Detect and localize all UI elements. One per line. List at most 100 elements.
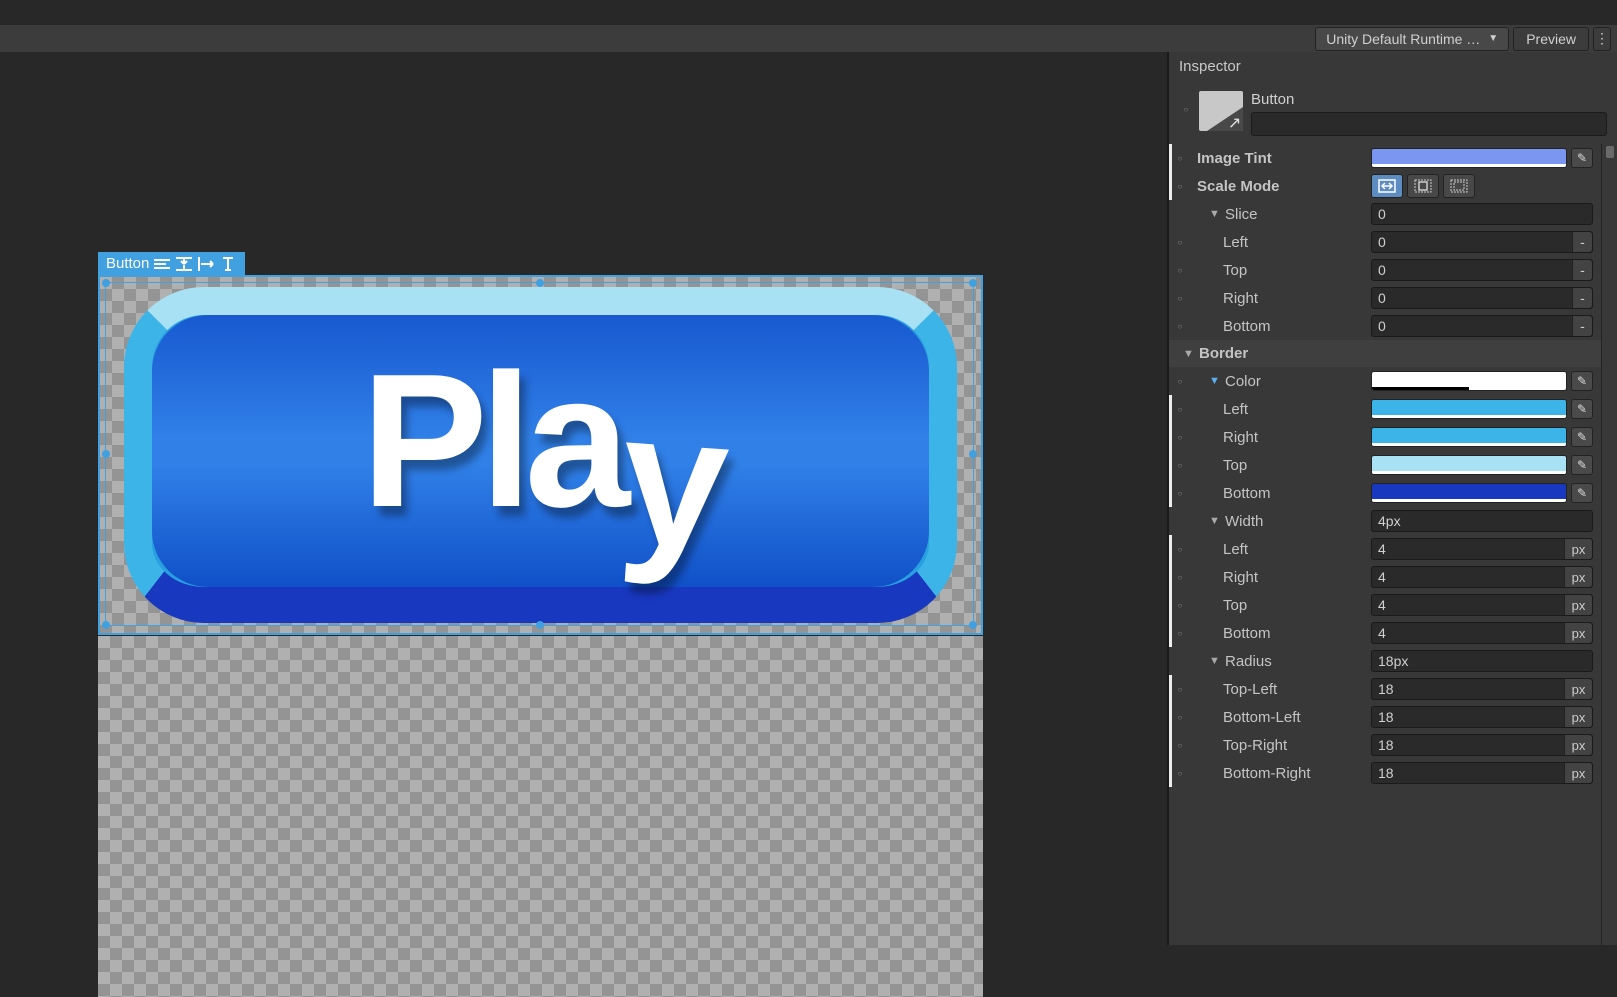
width-top-input[interactable]: 4px xyxy=(1371,594,1593,616)
prop-border-header: ▼Border xyxy=(1169,340,1601,367)
prop-label-radius-br: Bottom-Right xyxy=(1191,765,1371,782)
header-bullet[interactable]: ○ xyxy=(1181,91,1191,114)
prop-label-radius-tl: Top-Left xyxy=(1191,681,1371,698)
border-bottom-color-swatch[interactable] xyxy=(1371,483,1567,503)
prop-border-radius: ▼Radius 18px xyxy=(1169,647,1601,675)
align-left-icon[interactable] xyxy=(153,257,171,271)
width-bottom-input[interactable]: 4px xyxy=(1371,622,1593,644)
top-bar xyxy=(0,0,1617,25)
prop-slice: ▼Slice 0 xyxy=(1169,200,1601,228)
prop-label-width: Width xyxy=(1225,513,1263,530)
prop-border-width: ▼Width 4px xyxy=(1169,507,1601,535)
selection-outline[interactable]: Play xyxy=(98,275,983,635)
canvas-checker-background xyxy=(98,636,983,997)
foldout-radius[interactable]: ▼ xyxy=(1209,655,1223,667)
eyedropper-icon[interactable]: ✎ xyxy=(1571,148,1593,168)
prop-label-radius-tr: Top-Right xyxy=(1191,737,1371,754)
inspector-scrollbar[interactable] xyxy=(1601,144,1617,945)
image-tint-color-swatch[interactable] xyxy=(1371,148,1567,168)
eyedropper-icon[interactable]: ✎ xyxy=(1571,483,1593,503)
runtime-dropdown-label: Unity Default Runtime … xyxy=(1326,31,1480,47)
prop-border-color-right: ○ Right ✎ xyxy=(1169,423,1601,451)
prop-label-border-color: Color xyxy=(1225,373,1261,390)
eyedropper-icon[interactable]: ✎ xyxy=(1571,371,1593,391)
foldout-color[interactable]: ▼ xyxy=(1209,375,1223,387)
prop-label-border-top: Top xyxy=(1191,457,1371,474)
align-horizontal-icon[interactable] xyxy=(197,257,215,271)
slice-bottom-input[interactable]: 0- xyxy=(1371,315,1593,337)
element-type-icon[interactable] xyxy=(1199,91,1243,131)
foldout-border[interactable]: ▼ xyxy=(1183,348,1197,360)
more-icon: ⋮ xyxy=(1595,30,1609,47)
eyedropper-icon[interactable]: ✎ xyxy=(1571,399,1593,419)
text-cursor-icon[interactable] xyxy=(219,257,237,271)
scale-mode-crop[interactable] xyxy=(1443,174,1475,198)
prop-border-color: ○ ▼Color ✎ xyxy=(1169,367,1601,395)
element-tag[interactable]: Button xyxy=(98,252,245,275)
preview-button[interactable]: Preview xyxy=(1513,27,1589,51)
chevron-down-icon: ▼ xyxy=(1488,33,1498,44)
align-vertical-icon[interactable] xyxy=(175,257,193,271)
prop-label-scale-mode: Scale Mode xyxy=(1191,178,1371,195)
width-left-input[interactable]: 4px xyxy=(1371,538,1593,560)
prop-label-slice-top: Top xyxy=(1191,262,1371,279)
inspector-header: ○ Button xyxy=(1169,81,1617,144)
prop-bullet[interactable]: ○ xyxy=(1169,154,1191,163)
eyedropper-icon[interactable]: ✎ xyxy=(1571,455,1593,475)
radius-input[interactable]: 18px xyxy=(1371,650,1593,672)
prop-label-slice-bottom: Bottom xyxy=(1191,318,1371,335)
prop-slice-left: ○ Left 0- xyxy=(1169,228,1601,256)
prop-width-left: ○ Left 4px xyxy=(1169,535,1601,563)
prop-slice-right: ○ Right 0- xyxy=(1169,284,1601,312)
prop-width-right: ○ Right 4px xyxy=(1169,563,1601,591)
prop-label-width-bottom: Bottom xyxy=(1191,625,1371,642)
foldout-slice[interactable]: ▼ xyxy=(1209,208,1223,220)
slice-top-input[interactable]: 0- xyxy=(1371,259,1593,281)
preview-button-label: Preview xyxy=(1526,31,1576,47)
play-button-visual: Play xyxy=(124,287,957,623)
slice-left-input[interactable]: 0- xyxy=(1371,231,1593,253)
width-right-input[interactable]: 4px xyxy=(1371,566,1593,588)
prop-label-border-left: Left xyxy=(1191,401,1371,418)
prop-label-radius-bl: Bottom-Left xyxy=(1191,709,1371,726)
slice-value-input[interactable]: 0 xyxy=(1371,203,1593,225)
more-menu-button[interactable]: ⋮ xyxy=(1593,27,1611,51)
prop-radius-tl: ○ Top-Left 18px xyxy=(1169,675,1601,703)
slice-right-input[interactable]: 0- xyxy=(1371,287,1593,309)
radius-bl-input[interactable]: 18px xyxy=(1371,706,1593,728)
prop-image-tint: ○ Image Tint ✎ xyxy=(1169,144,1601,172)
border-color-swatch[interactable] xyxy=(1371,371,1567,391)
prop-slice-top: ○ Top 0- xyxy=(1169,256,1601,284)
radius-br-input[interactable]: 18px xyxy=(1371,762,1593,784)
element-tag-label: Button xyxy=(106,255,149,272)
prop-bullet[interactable]: ○ xyxy=(1169,182,1191,191)
prop-radius-bl: ○ Bottom-Left 18px xyxy=(1169,703,1601,731)
width-input[interactable]: 4px xyxy=(1371,510,1593,532)
prop-slice-bottom: ○ Bottom 0- xyxy=(1169,312,1601,340)
eyedropper-icon[interactable]: ✎ xyxy=(1571,427,1593,447)
element-type-label: Button xyxy=(1251,91,1607,108)
prop-width-bottom: ○ Bottom 4px xyxy=(1169,619,1601,647)
border-top-color-swatch[interactable] xyxy=(1371,455,1567,475)
radius-tl-input[interactable]: 18px xyxy=(1371,678,1593,700)
prop-label-slice-left: Left xyxy=(1191,234,1371,251)
prop-label-radius: Radius xyxy=(1225,653,1272,670)
element-name-input[interactable] xyxy=(1251,112,1607,136)
canvas-area[interactable]: Button Play xyxy=(0,52,1167,945)
prop-border-color-left: ○ Left ✎ xyxy=(1169,395,1601,423)
foldout-width[interactable]: ▼ xyxy=(1209,515,1223,527)
border-right-color-swatch[interactable] xyxy=(1371,427,1567,447)
scale-mode-fit[interactable] xyxy=(1407,174,1439,198)
prop-label-border-bottom: Bottom xyxy=(1191,485,1371,502)
prop-width-top: ○ Top 4px xyxy=(1169,591,1601,619)
border-left-color-swatch[interactable] xyxy=(1371,399,1567,419)
scale-mode-stretch[interactable] xyxy=(1371,174,1403,198)
prop-label-border: Border xyxy=(1199,345,1248,362)
prop-label-image-tint: Image Tint xyxy=(1191,150,1371,167)
inspector-title: Inspector xyxy=(1169,52,1617,81)
prop-radius-br: ○ Bottom-Right 18px xyxy=(1169,759,1601,787)
radius-tr-input[interactable]: 18px xyxy=(1371,734,1593,756)
prop-label-width-right: Right xyxy=(1191,569,1371,586)
scale-mode-buttons xyxy=(1371,174,1475,198)
runtime-dropdown[interactable]: Unity Default Runtime … ▼ xyxy=(1315,27,1509,51)
